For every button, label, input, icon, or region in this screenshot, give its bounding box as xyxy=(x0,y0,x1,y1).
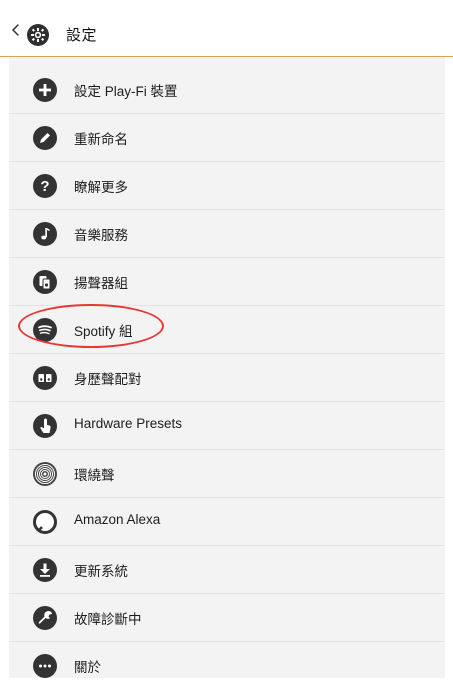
spotify-icon xyxy=(33,318,57,342)
menu-item-label: Hardware Presets xyxy=(74,416,183,431)
menu-item-troubleshooting[interactable]: 故障診斷中 xyxy=(9,594,445,642)
settings-gear-icon xyxy=(27,24,49,46)
menu-item-label: 關於 xyxy=(74,660,101,675)
speaker-group-icon xyxy=(33,270,57,294)
surround-sound-icon xyxy=(33,462,57,486)
pencil-icon xyxy=(33,126,57,150)
app-header: 設定 xyxy=(0,0,453,57)
menu-item-label: 設定 Play-Fi 裝置 xyxy=(74,84,178,99)
menu-item-label: 重新命名 xyxy=(74,132,128,147)
menu-item-setup-playfi-device[interactable]: 設定 Play-Fi 裝置 xyxy=(9,66,445,114)
menu-item-rename[interactable]: 重新命名 xyxy=(9,114,445,162)
menu-item-label: 音樂服務 xyxy=(74,228,128,243)
music-note-icon xyxy=(33,222,57,246)
menu-item-hardware-presets[interactable]: Hardware Presets xyxy=(9,402,445,450)
menu-item-surround-sound[interactable]: 環繞聲 xyxy=(9,450,445,498)
more-dots-icon xyxy=(33,654,57,678)
menu-item-label: 環繞聲 xyxy=(74,468,115,483)
menu-item-amazon-alexa[interactable]: Amazon Alexa xyxy=(9,498,445,546)
menu-item-speaker-groups[interactable]: 揚聲器組 xyxy=(9,258,445,306)
touch-finger-icon xyxy=(33,414,57,438)
menu-item-label: Spotify 組 xyxy=(74,324,133,339)
menu-item-label: 故障診斷中 xyxy=(74,612,142,627)
menu-item-learn-more[interactable]: ? 瞭解更多 xyxy=(9,162,445,210)
menu-item-spotify-group[interactable]: Spotify 組 xyxy=(9,306,445,354)
menu-item-stereo-pairing[interactable]: 身歷聲配對 xyxy=(9,354,445,402)
stereo-pair-icon xyxy=(33,366,57,390)
back-chevron-icon[interactable] xyxy=(8,22,24,38)
plus-icon xyxy=(33,78,57,102)
svg-text:?: ? xyxy=(40,178,49,195)
page-title: 設定 xyxy=(66,27,98,44)
menu-item-music-services[interactable]: 音樂服務 xyxy=(9,210,445,258)
menu-item-label: 瞭解更多 xyxy=(74,180,128,195)
menu-item-label: 揚聲器組 xyxy=(74,276,128,291)
menu-item-label: Amazon Alexa xyxy=(74,512,161,527)
menu-item-label: 更新系統 xyxy=(74,564,128,579)
question-mark-icon: ? xyxy=(33,174,57,198)
menu-item-label: 身歷聲配對 xyxy=(74,372,142,387)
wrench-icon xyxy=(33,606,57,630)
menu-item-about[interactable]: 關於 xyxy=(9,642,445,690)
menu-item-update-system[interactable]: 更新系統 xyxy=(9,546,445,594)
download-icon xyxy=(33,558,57,582)
alexa-ring-icon xyxy=(33,510,57,534)
